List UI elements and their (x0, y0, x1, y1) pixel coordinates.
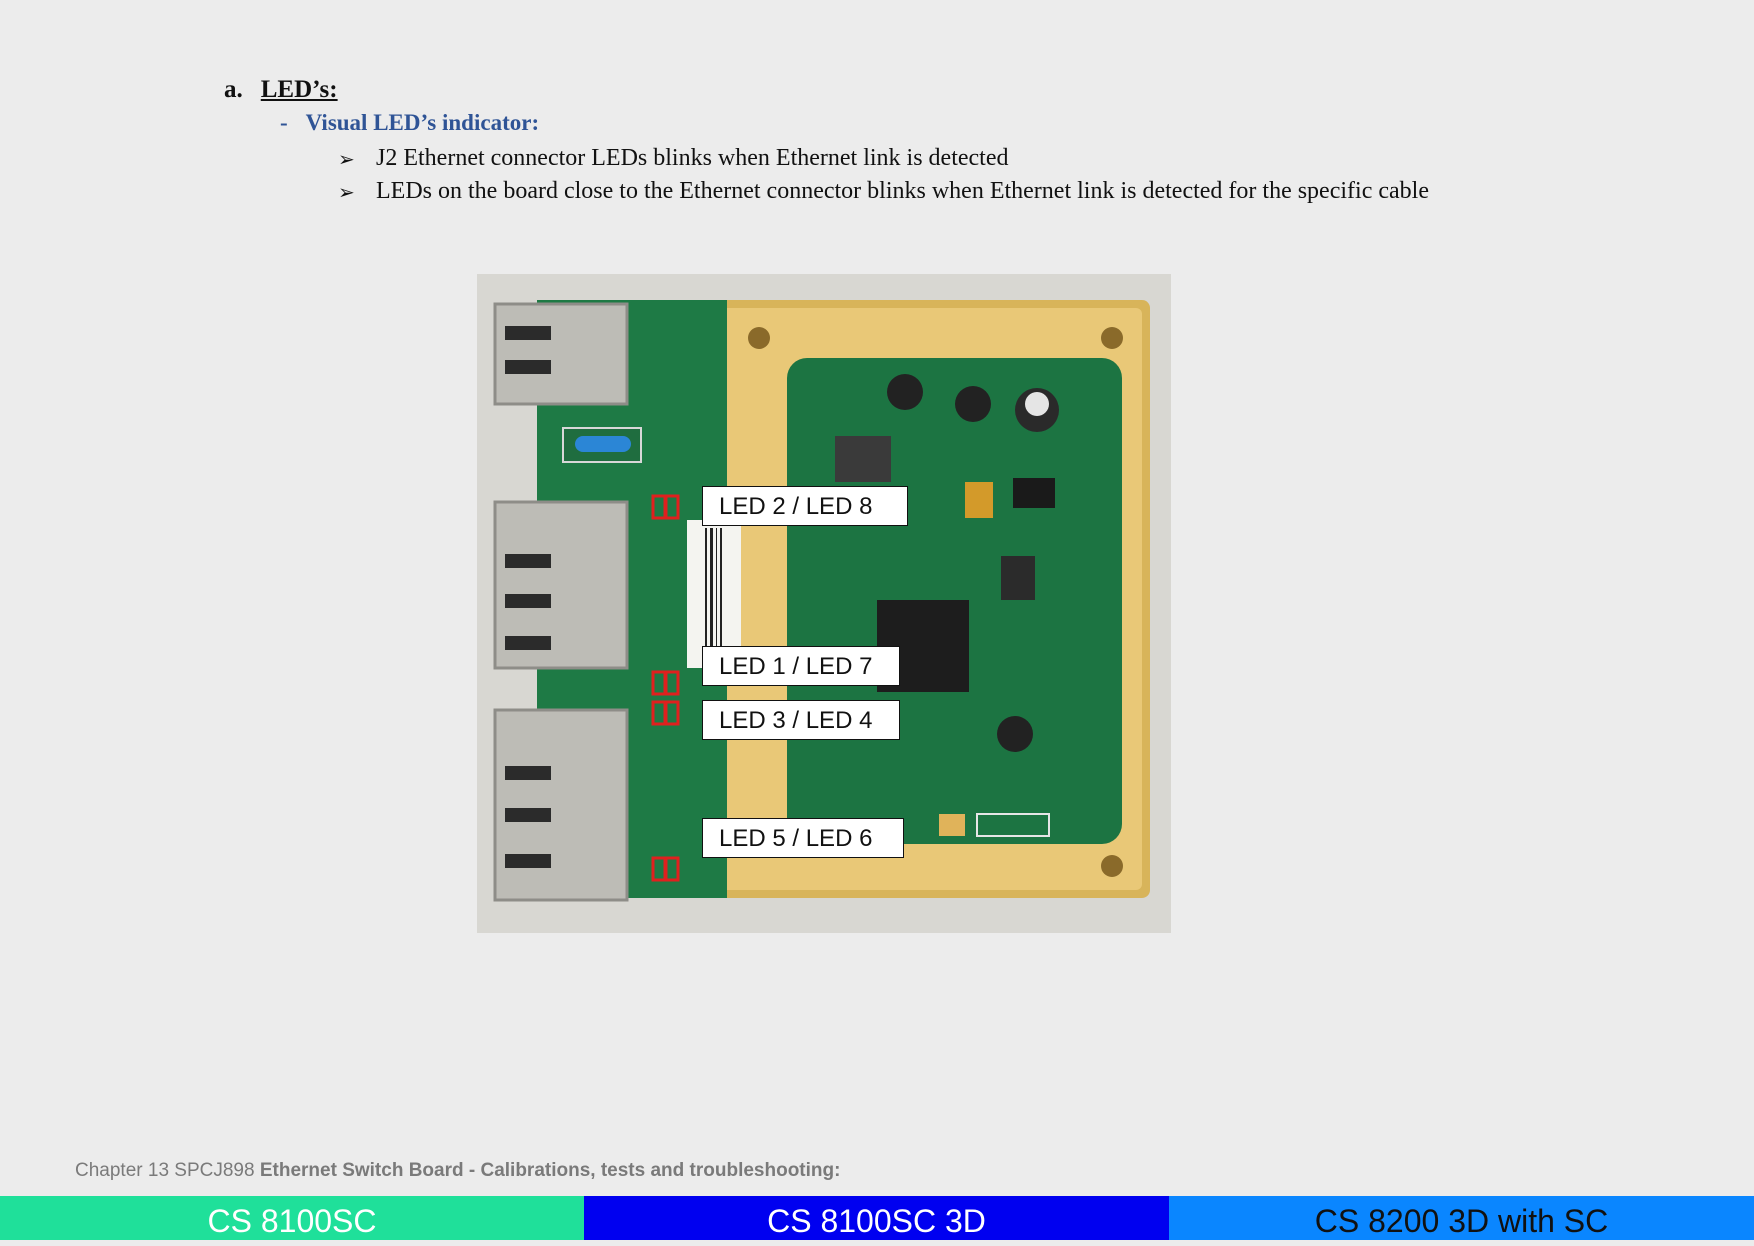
arrow-bullet-icon: ➢ (338, 147, 355, 171)
arrow-bullet-icon: ➢ (338, 180, 355, 204)
led-label: LED 1 / LED 7 (702, 646, 900, 686)
led-label: LED 2 / LED 8 (702, 486, 908, 526)
led-label: LED 3 / LED 4 (702, 700, 900, 740)
chapter-footer: Chapter 13 SPCJ898 Ethernet Switch Board… (75, 1160, 840, 1182)
bullet-text: J2 Ethernet connector LEDs blinks when E… (376, 145, 1009, 171)
chapter-title: Ethernet Switch Board - Calibrations, te… (259, 1160, 841, 1181)
section-title: LED’s: (260, 76, 338, 103)
led-label: LED 5 / LED 6 (702, 818, 904, 858)
bullet-item: ➢ LEDs on the board close to the Etherne… (338, 178, 1429, 205)
subsection-heading: - Visual LED’s indicator: (280, 110, 539, 136)
chapter-label: Chapter 13 SPCJ898 (75, 1160, 260, 1181)
tab-cs-8200-3d-with-sc[interactable]: CS 8200 3D with SC (1169, 1196, 1754, 1240)
section-marker: a. (224, 76, 243, 103)
bullet-text: LEDs on the board close to the Ethernet … (376, 178, 1429, 204)
section-heading: a. LED’s: (224, 76, 338, 104)
subsection-title: Visual LED’s indicator: (305, 110, 540, 135)
bullet-item: ➢ J2 Ethernet connector LEDs blinks when… (338, 145, 1008, 172)
tab-cs-8100sc-3d[interactable]: CS 8100SC 3D (584, 1196, 1169, 1240)
tab-cs-8100sc[interactable]: CS 8100SC (0, 1196, 584, 1240)
subsection-marker: - (280, 110, 288, 135)
